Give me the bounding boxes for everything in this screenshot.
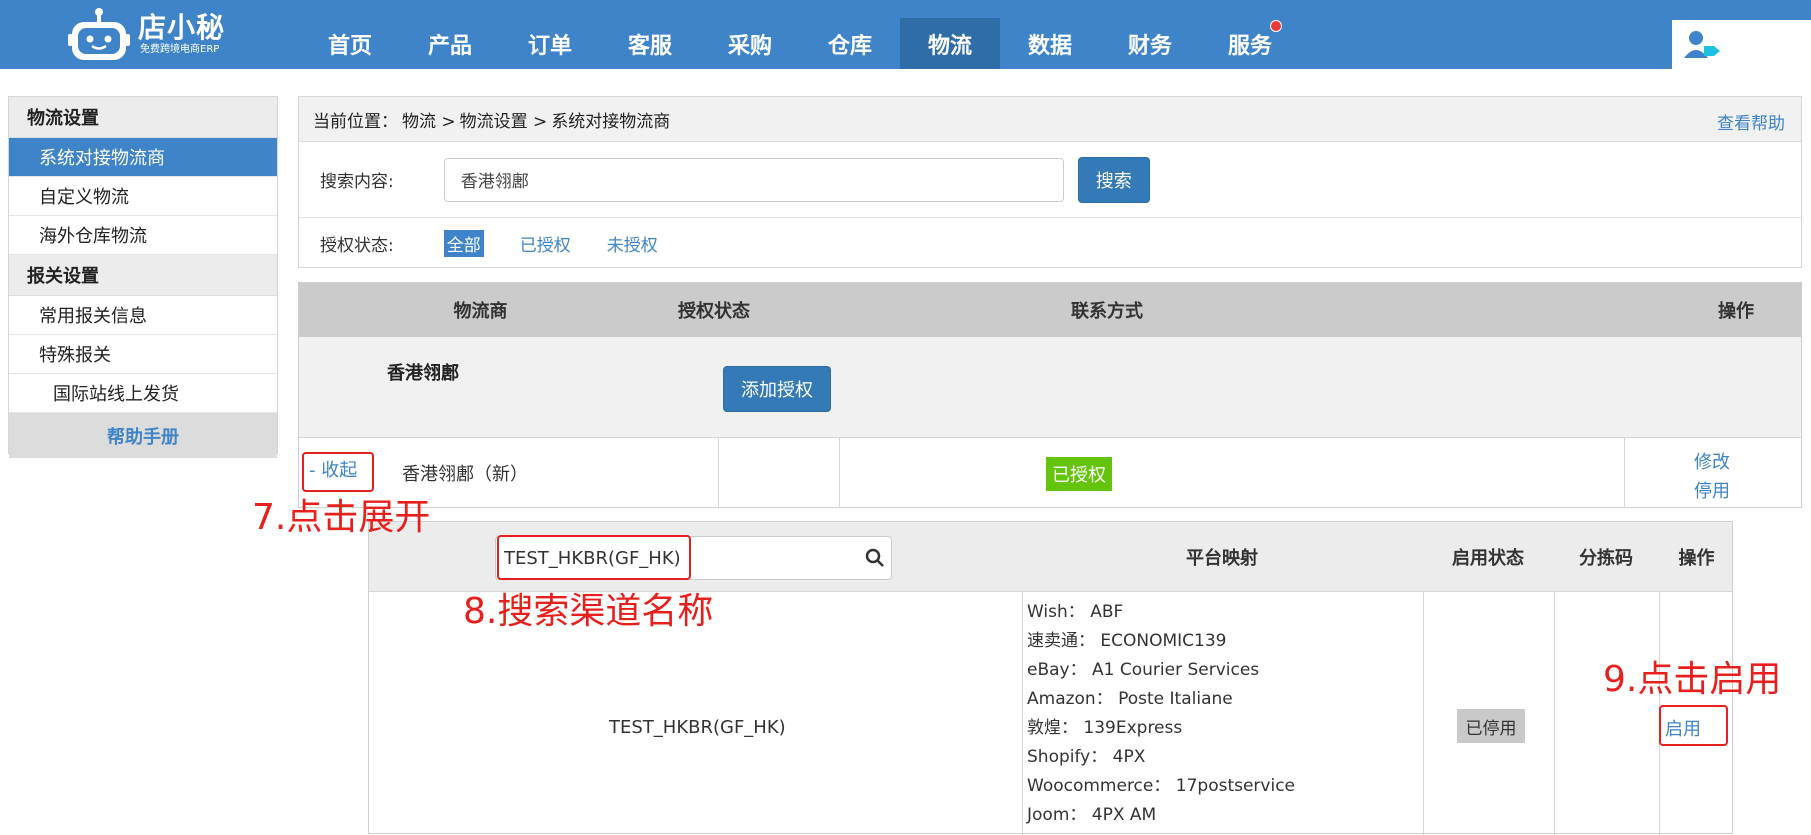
search-row: 搜索内容: 搜索	[299, 142, 1801, 218]
table-header: 物流商 授权状态 联系方式 操作	[299, 283, 1801, 337]
sidebar-item-common-customs[interactable]: 常用报关信息	[9, 296, 277, 335]
logo-name: 店小秘	[138, 10, 226, 44]
nav-item-services[interactable]: 服务	[1200, 18, 1300, 69]
header-channel-action: 操作	[1678, 547, 1715, 569]
header-carrier: 物流商	[453, 301, 508, 322]
nav-item-data[interactable]: 数据	[1000, 18, 1100, 69]
carrier-table: 物流商 授权状态 联系方式 操作 香港翎鄌 添加授权 - 收起 香港翎鄌（新） …	[298, 282, 1802, 508]
breadcrumb-prefix: 当前位置：	[313, 111, 398, 132]
mapping-dhgate: 敦煌： 139Express	[1027, 718, 1183, 738]
header-sort-code: 分拣码	[1579, 547, 1633, 569]
annotation-box-collapse	[302, 452, 374, 492]
auth-status-label: 授权状态:	[320, 235, 394, 256]
annotation-step-8: 8.搜索渠道名称	[463, 591, 714, 632]
breadcrumb-logistics[interactable]: 物流 >	[402, 107, 456, 132]
authorized-badge: 已授权	[1046, 457, 1112, 491]
contact-cell	[839, 438, 1625, 508]
filter-authorized[interactable]: 已授权	[520, 231, 571, 256]
sidebar-section-logistics-settings: 物流设置	[9, 97, 277, 138]
search-icon[interactable]	[865, 548, 885, 568]
sidebar-item-online-shipping[interactable]: 国际站线上发货	[9, 374, 277, 413]
mapping-aliexpress: 速卖通： ECONOMIC139	[1027, 631, 1227, 651]
search-label: 搜索内容:	[320, 172, 394, 192]
nav-item-purchase[interactable]: 采购	[700, 18, 800, 69]
sort-code-cell	[1554, 592, 1660, 835]
sidebar-section-customs-settings: 报关设置	[9, 255, 277, 296]
search-panel: 当前位置： 物流 > 物流设置 > 系统对接物流商 查看帮助 搜索内容: 搜索 …	[298, 96, 1802, 268]
table-row: - 收起 香港翎鄌（新） 已授权 修改 停用	[299, 438, 1801, 508]
channel-code: TEST_HKBR(GF_HK)	[609, 717, 786, 738]
mapping-shopify: Shopify： 4PX	[1027, 747, 1146, 767]
mapping-woocommerce: Woocommerce： 17postservice	[1027, 776, 1296, 796]
breadcrumb-current: 系统对接物流商	[551, 111, 671, 132]
robot-logo-icon	[68, 7, 130, 60]
sidebar-item-special-customs[interactable]: 特殊报关	[9, 335, 277, 374]
search-button[interactable]: 搜索	[1077, 156, 1150, 203]
logo[interactable]: 店小秘 免费跨境电商ERP	[68, 0, 225, 69]
annotation-step-9: 9.点击启用	[1603, 659, 1782, 700]
mapping-amazon: Amazon： Poste Italiane	[1027, 689, 1233, 709]
mapping-ebay: eBay： A1 Courier Services	[1027, 660, 1260, 680]
user-menu[interactable]	[1672, 20, 1811, 69]
nav-item-warehouse[interactable]: 仓库	[800, 18, 900, 69]
annotation-step-7: 7.点击展开	[252, 497, 431, 538]
logo-tagline: 免费跨境电商ERP	[140, 43, 220, 55]
main-nav: 首页 产品 订单 客服 采购 仓库 物流 数据 财务 服务	[300, 18, 1300, 69]
nav-item-orders[interactable]: 订单	[500, 18, 600, 69]
view-help-link[interactable]: 查看帮助	[1717, 109, 1785, 134]
nav-item-customer-service[interactable]: 客服	[600, 18, 700, 69]
auth-status-filter: 授权状态: 全部 已授权 未授权	[299, 218, 1801, 268]
disabled-badge: 已停用	[1457, 709, 1525, 743]
disable-link[interactable]: 停用	[1694, 477, 1730, 503]
sidebar-item-overseas-warehouse[interactable]: 海外仓库物流	[9, 216, 277, 255]
mapping-wish: Wish： ABF	[1027, 602, 1124, 622]
annotation-box-search	[497, 535, 691, 580]
header-contact: 联系方式	[1071, 301, 1143, 322]
edit-link[interactable]: 修改	[1694, 448, 1730, 474]
breadcrumb: 当前位置： 物流 > 物流设置 > 系统对接物流商 查看帮助	[299, 97, 1801, 142]
sidebar-item-system-carriers[interactable]: 系统对接物流商	[9, 138, 277, 177]
nav-item-services-label: 服务	[1227, 33, 1272, 59]
nav-item-products[interactable]: 产品	[400, 18, 500, 69]
user-icon	[1684, 31, 1720, 58]
breadcrumb-logistics-settings[interactable]: 物流设置 >	[460, 107, 548, 132]
channel-account-name: 香港翎鄌（新）	[402, 464, 528, 485]
sidebar-item-custom-logistics[interactable]: 自定义物流	[9, 177, 277, 216]
add-auth-button[interactable]: 添加授权	[723, 366, 831, 412]
header-action: 操作	[1718, 301, 1754, 322]
notification-dot	[1270, 20, 1282, 32]
platform-mapping-list: Wish： ABF 速卖通： ECONOMIC139 eBay： A1 Cour…	[1027, 598, 1295, 830]
annotation-box-enable	[1659, 705, 1728, 746]
status-cell	[718, 438, 840, 508]
search-input[interactable]	[443, 157, 1064, 202]
nav-item-logistics[interactable]: 物流	[900, 18, 1000, 69]
header-enable-status: 启用状态	[1452, 547, 1524, 569]
carrier-name: 香港翎鄌	[387, 363, 459, 384]
header-platform-mapping: 平台映射	[1186, 547, 1258, 569]
nav-item-finance[interactable]: 财务	[1100, 18, 1200, 69]
help-manual-button[interactable]: 帮助手册	[9, 413, 277, 458]
mapping-joom: Joom： 4PX AM	[1027, 805, 1157, 825]
filter-unauthorized[interactable]: 未授权	[607, 231, 658, 256]
filter-all[interactable]: 全部	[443, 229, 484, 257]
table-row: 香港翎鄌 添加授权	[299, 337, 1801, 438]
nav-item-home[interactable]: 首页	[300, 18, 400, 69]
sidebar: 物流设置 系统对接物流商 自定义物流 海外仓库物流 报关设置 常用报关信息 特殊…	[8, 96, 278, 458]
header-auth-status: 授权状态	[678, 301, 750, 322]
logo-text: 店小秘 免费跨境电商ERP	[138, 10, 226, 57]
